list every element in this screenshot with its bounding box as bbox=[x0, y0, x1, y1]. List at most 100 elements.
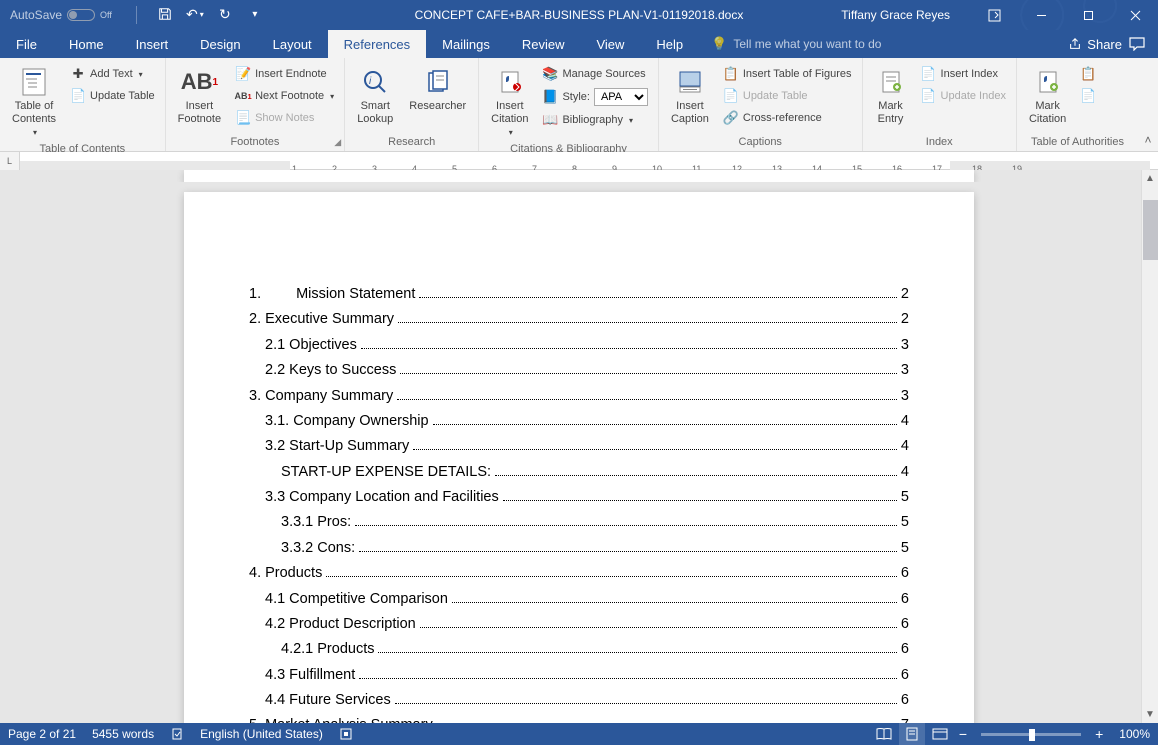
insert-tof-button[interactable]: 📋Insert Table of Figures bbox=[719, 64, 856, 84]
toc-entry[interactable]: 1.Mission Statement2 bbox=[249, 282, 909, 307]
undo-icon[interactable]: ↶▾ bbox=[187, 6, 203, 22]
redo-icon[interactable]: ↻ bbox=[217, 6, 233, 22]
document-area[interactable]: 1.Mission Statement22.Executive Summary2… bbox=[0, 170, 1158, 723]
zoom-in-button[interactable]: + bbox=[1091, 726, 1107, 742]
update-table-button[interactable]: 📄Update Table bbox=[66, 86, 159, 106]
print-layout-button[interactable] bbox=[899, 723, 925, 745]
insert-endnote-button[interactable]: 📝Insert Endnote bbox=[231, 64, 338, 84]
toc-entry-number: 4.4 bbox=[265, 688, 285, 713]
toc-entry[interactable]: 4.2.1Products6 bbox=[249, 637, 909, 662]
zoom-level[interactable]: 100% bbox=[1119, 727, 1150, 741]
read-mode-icon bbox=[876, 728, 892, 740]
read-mode-button[interactable] bbox=[871, 723, 897, 745]
insert-footnote-button[interactable]: AB1 Insert Footnote bbox=[172, 62, 227, 130]
scroll-thumb[interactable] bbox=[1143, 200, 1158, 260]
toc-entry[interactable]: 3.Company Summary3 bbox=[249, 384, 909, 409]
researcher-button[interactable]: Researcher bbox=[403, 62, 472, 117]
tab-layout[interactable]: Layout bbox=[257, 30, 328, 58]
tab-view[interactable]: View bbox=[580, 30, 640, 58]
tell-me-search[interactable]: 💡 Tell me what you want to do bbox=[711, 30, 881, 58]
zoom-slider-thumb[interactable] bbox=[1029, 729, 1035, 741]
tab-mailings[interactable]: Mailings bbox=[426, 30, 506, 58]
toc-entry-page: 4 bbox=[901, 409, 909, 434]
mark-citation-button[interactable]: Mark Citation bbox=[1023, 62, 1072, 130]
dialog-launcher-icon[interactable]: ◢ bbox=[334, 137, 341, 148]
page-indicator[interactable]: Page 2 of 21 bbox=[8, 727, 76, 741]
toc-entry-number: 3.1. bbox=[265, 409, 289, 434]
zoom-out-button[interactable]: − bbox=[955, 726, 971, 742]
macro-recording-button[interactable] bbox=[339, 727, 353, 741]
toc-entry[interactable]: 3.1.Company Ownership4 bbox=[249, 409, 909, 434]
customize-qat-icon[interactable]: ▾ bbox=[247, 6, 263, 22]
toc-entry-number: 1. bbox=[249, 282, 261, 307]
svg-text:i: i bbox=[369, 76, 372, 87]
update-icon: 📄 bbox=[70, 88, 86, 104]
tab-help[interactable]: Help bbox=[640, 30, 699, 58]
zoom-slider[interactable] bbox=[981, 733, 1081, 736]
document-page[interactable]: 1.Mission Statement22.Executive Summary2… bbox=[184, 192, 974, 723]
toc-entry-title: Company Location and Facilities bbox=[289, 485, 499, 510]
toc-entry[interactable]: 5.Market Analysis Summary7 bbox=[249, 713, 909, 723]
insert-toa-button: 📋 bbox=[1076, 64, 1100, 84]
manage-sources-button[interactable]: 📚Manage Sources bbox=[538, 64, 652, 84]
toc-entry[interactable]: 3.3.2Cons:5 bbox=[249, 536, 909, 561]
update-caption-table-button: 📄Update Table bbox=[719, 86, 856, 106]
tab-insert[interactable]: Insert bbox=[120, 30, 185, 58]
horizontal-ruler[interactable]: L 12345678910111213141516171819 bbox=[0, 152, 1158, 170]
user-name[interactable]: Tiffany Grace Reyes bbox=[841, 8, 950, 22]
toc-entry[interactable]: 4.1Competitive Comparison6 bbox=[249, 587, 909, 612]
tab-review[interactable]: Review bbox=[506, 30, 581, 58]
table-of-contents-button[interactable]: Table of Contents ▾ bbox=[6, 62, 62, 141]
toc-entry[interactable]: 2.1Objectives3 bbox=[249, 333, 909, 358]
cross-reference-button[interactable]: 🔗Cross-reference bbox=[719, 108, 856, 128]
mark-entry-button[interactable]: Mark Entry bbox=[869, 62, 913, 130]
tab-file[interactable]: File bbox=[0, 30, 53, 58]
toc-leader-dots bbox=[359, 551, 897, 552]
toc-entry[interactable]: 2.Executive Summary2 bbox=[249, 307, 909, 332]
tab-design[interactable]: Design bbox=[184, 30, 256, 58]
close-button[interactable] bbox=[1113, 0, 1158, 30]
toc-entry[interactable]: 3.3.1Pros:5 bbox=[249, 510, 909, 535]
share-button[interactable]: Share bbox=[1068, 37, 1122, 52]
add-text-button[interactable]: ✚Add Text▾ bbox=[66, 64, 159, 84]
minimize-button[interactable] bbox=[1019, 0, 1064, 30]
insert-citation-button[interactable]: Insert Citation ▾ bbox=[485, 62, 534, 141]
toa-icon: 📋 bbox=[1080, 66, 1096, 82]
smart-lookup-button[interactable]: i Smart Lookup bbox=[351, 62, 399, 130]
toc-entry[interactable]: 2.2Keys to Success3 bbox=[249, 358, 909, 383]
comments-icon[interactable] bbox=[1126, 33, 1148, 55]
toc-entry[interactable]: 3.2Start-Up Summary4 bbox=[249, 434, 909, 459]
toc-entry[interactable]: 4.2Product Description6 bbox=[249, 612, 909, 637]
next-footnote-button[interactable]: AB1Next Footnote▾ bbox=[231, 86, 338, 106]
collapse-ribbon-icon[interactable]: ˄ bbox=[1138, 58, 1158, 151]
bibliography-button[interactable]: 📖Bibliography▾ bbox=[538, 110, 652, 130]
language-indicator[interactable]: English (United States) bbox=[200, 727, 323, 741]
maximize-button[interactable] bbox=[1066, 0, 1111, 30]
tab-home[interactable]: Home bbox=[53, 30, 120, 58]
toc-entry[interactable]: 3.3Company Location and Facilities5 bbox=[249, 485, 909, 510]
toc-entry-title: Market Analysis Summary bbox=[265, 713, 433, 723]
style-dropdown[interactable]: APA bbox=[594, 88, 648, 106]
document-title: CONCEPT CAFE+BAR-BUSINESS PLAN-V1-011920… bbox=[415, 8, 744, 22]
toc-entry[interactable]: 4.3Fulfillment6 bbox=[249, 663, 909, 688]
word-count[interactable]: 5455 words bbox=[92, 727, 154, 741]
ribbon-display-options-icon[interactable] bbox=[972, 0, 1017, 30]
tab-references[interactable]: References bbox=[328, 30, 426, 58]
toc-entry[interactable]: 4.4Future Services6 bbox=[249, 688, 909, 713]
update-toa-button: 📄 bbox=[1076, 86, 1100, 106]
scroll-up-icon[interactable]: ▲ bbox=[1142, 170, 1158, 187]
web-layout-button[interactable] bbox=[927, 723, 953, 745]
toc-entry-title: Keys to Success bbox=[289, 358, 396, 383]
toc-entry[interactable]: START-UP EXPENSE DETAILS:4 bbox=[249, 460, 909, 485]
update-index-button: 📄Update Index bbox=[917, 86, 1010, 106]
toc-entry-number: 3.3.2 bbox=[281, 536, 313, 561]
save-icon[interactable] bbox=[157, 6, 173, 22]
citation-style-select[interactable]: 📘 Style: APA bbox=[538, 86, 652, 108]
vertical-scrollbar[interactable]: ▲ ▼ bbox=[1141, 170, 1158, 723]
autosave-toggle[interactable]: AutoSave Off bbox=[10, 8, 112, 22]
insert-index-button[interactable]: 📄Insert Index bbox=[917, 64, 1010, 84]
insert-caption-button[interactable]: Insert Caption bbox=[665, 62, 715, 130]
spellcheck-button[interactable] bbox=[170, 727, 184, 741]
scroll-down-icon[interactable]: ▼ bbox=[1142, 706, 1158, 723]
toc-entry[interactable]: 4.Products6 bbox=[249, 561, 909, 586]
